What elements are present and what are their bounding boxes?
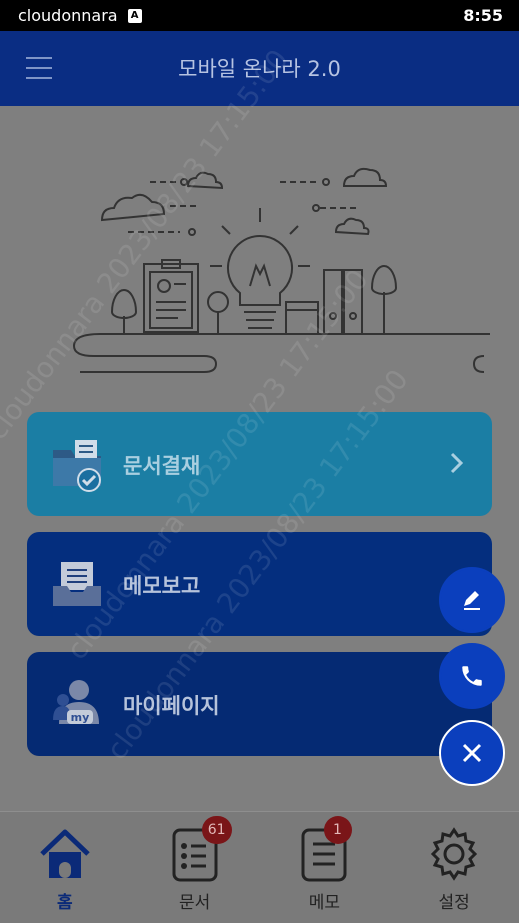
nav-label-settings: 설정 <box>438 893 470 913</box>
nav-item-documents[interactable]: 61 문서 <box>130 812 260 923</box>
status-time: 8:55 <box>463 6 503 25</box>
memo-report-card[interactable]: 메모보고 <box>27 532 492 636</box>
memo-count-badge: 1 <box>323 816 352 844</box>
close-icon <box>462 743 482 763</box>
bottom-nav: 홈 61 문서 1 메모 설정 <box>0 811 519 923</box>
write-fab-button[interactable] <box>439 567 505 633</box>
main-content: 문서결재 메모보고 my 마이페이지 cloudonnara 2023/08/2… <box>0 43 519 811</box>
nav-label-documents: 문서 <box>178 893 211 913</box>
status-app-name: cloudonnara <box>18 6 118 25</box>
nav-item-home[interactable]: 홈 <box>0 812 130 923</box>
gear-icon <box>431 827 478 881</box>
folder-check-icon <box>53 440 101 492</box>
nav-item-memo[interactable]: 1 메모 <box>260 812 390 923</box>
nav-label-memo: 메모 <box>308 893 341 913</box>
memo-tray-icon <box>53 562 101 606</box>
mypage-card[interactable]: my 마이페이지 <box>27 652 492 756</box>
app-header: 모바일 온나라 2.0 <box>0 31 519 106</box>
chevron-right-icon <box>450 452 464 474</box>
svg-text:my: my <box>71 711 90 724</box>
lightbulb-illustration <box>72 167 490 373</box>
pencil-icon <box>464 591 480 610</box>
call-fab-button[interactable] <box>439 643 505 709</box>
close-fab-button[interactable] <box>439 720 505 786</box>
home-icon <box>40 829 90 878</box>
memo-report-label: 메모보고 <box>123 574 201 598</box>
phone-icon <box>462 666 482 686</box>
nav-item-settings[interactable]: 설정 <box>389 812 519 923</box>
nav-label-home: 홈 <box>57 893 73 913</box>
documents-count-badge: 61 <box>201 816 232 844</box>
status-bar: cloudonnara A 8:55 <box>0 0 519 31</box>
my-profile-icon: my <box>53 680 99 724</box>
page-title: 모바일 온나라 2.0 <box>178 57 341 81</box>
mypage-label: 마이페이지 <box>123 694 220 718</box>
notification-badge-icon: A <box>127 8 142 23</box>
approval-label: 문서결재 <box>123 454 201 478</box>
approval-card[interactable]: 문서결재 <box>27 412 492 516</box>
